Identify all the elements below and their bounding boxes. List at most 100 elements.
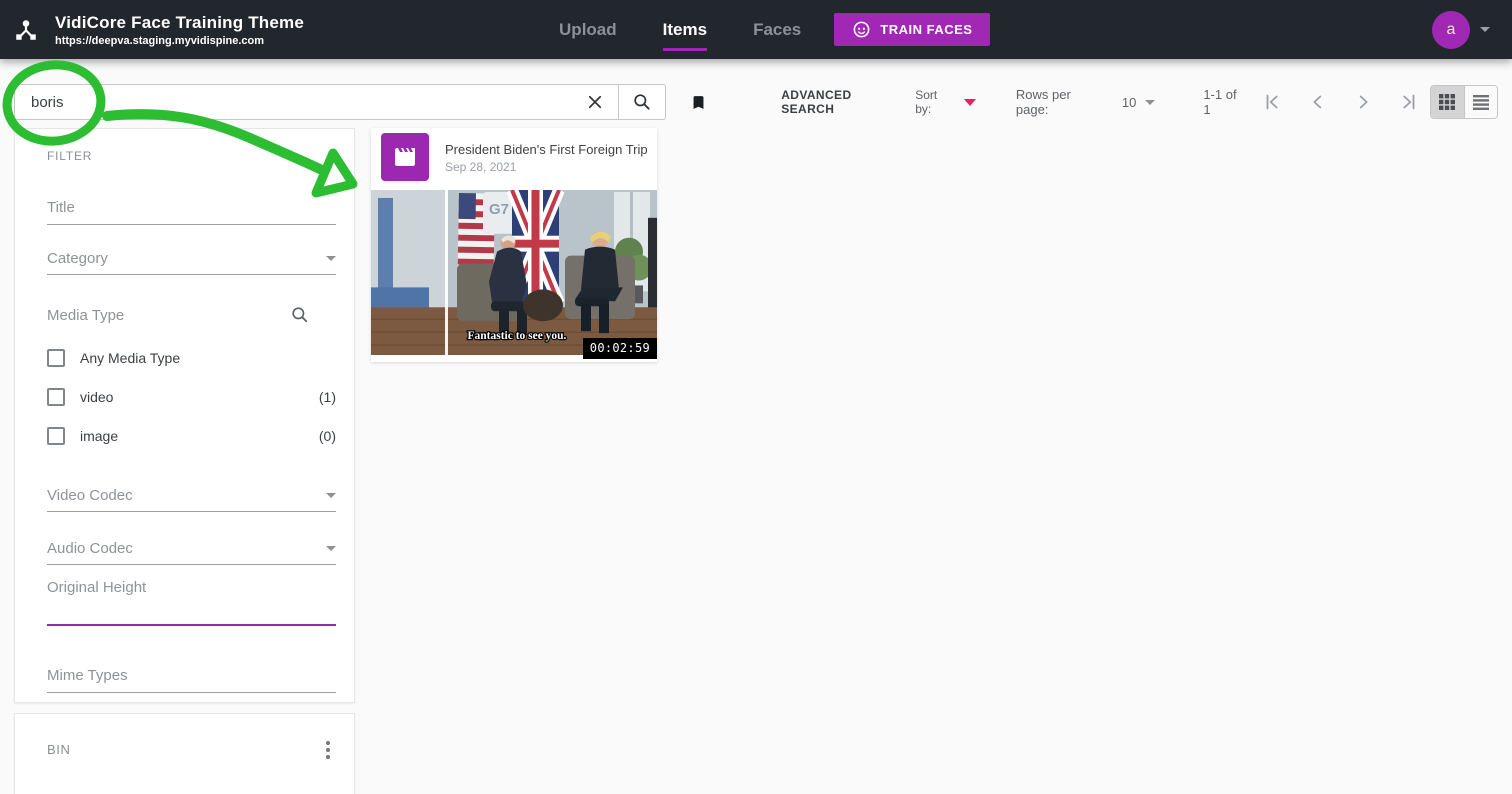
filter-audio-codec-select[interactable]: Audio Codec [47, 540, 336, 565]
filter-category-placeholder: Category [47, 250, 108, 267]
rows-per-page-select[interactable]: 10 [1121, 94, 1156, 110]
chevron-right-icon [1359, 95, 1368, 109]
account-area: a [1432, 10, 1490, 49]
kebab-dot [326, 755, 330, 759]
audio-codec-caret-icon [326, 546, 336, 551]
rows-per-page-value: 10 [1121, 94, 1137, 110]
bin-panel: BIN [14, 713, 355, 794]
pagination [1261, 90, 1420, 114]
account-menu-caret-icon[interactable] [1480, 27, 1490, 32]
duration-badge: 00:02:59 [582, 338, 657, 359]
filter-title-field[interactable]: Title [47, 199, 336, 225]
category-caret-icon [326, 256, 336, 261]
checkbox-row-video: video (1) [47, 388, 336, 406]
checkbox-count: (1) [318, 389, 336, 405]
nav-item-faces[interactable]: Faces [753, 0, 801, 59]
face-icon [853, 21, 870, 38]
rows-caret-icon [1145, 99, 1156, 105]
grid-view-button[interactable] [1430, 86, 1464, 118]
search-button[interactable] [619, 85, 665, 119]
first-page-button[interactable] [1261, 90, 1285, 114]
filter-title-placeholder: Title [47, 199, 75, 216]
avatar[interactable]: a [1432, 10, 1470, 49]
last-page-icon [1403, 94, 1415, 110]
bin-menu-button[interactable] [316, 736, 340, 764]
brand-block: VidiCore Face Training Theme https://dee… [55, 13, 304, 47]
result-range-label: 1-1 of 1 [1203, 87, 1237, 117]
result-date: Sep 28, 2021 [445, 160, 517, 174]
search-toolbar: ADVANCED SEARCH Sort by: Rows per page: … [14, 84, 1498, 120]
video-item-icon-tile [381, 133, 429, 181]
thumbnail-scene: G7 Fantastic to see you. [371, 187, 657, 355]
filter-video-codec-select[interactable]: Video Codec [47, 487, 336, 512]
nav-label: Items [662, 19, 708, 39]
filter-panel: FILTER Title Category Media Type Any Med… [14, 128, 355, 703]
app-header: VidiCore Face Training Theme https://dee… [0, 0, 1512, 59]
chevron-left-icon [1313, 95, 1322, 109]
media-type-label: Media Type [47, 306, 125, 324]
checkbox-count: (0) [318, 428, 336, 444]
save-search-button[interactable] [690, 92, 707, 113]
filter-heading: FILTER [47, 149, 93, 163]
mime-types-placeholder: Mime Types [47, 667, 128, 684]
result-card[interactable]: President Biden's First Foreign Trip Sep… [371, 128, 657, 362]
search-box [14, 84, 667, 120]
filter-mime-types-field[interactable]: Mime Types [47, 667, 336, 693]
view-toggle [1429, 85, 1498, 119]
sort-caret-icon [963, 98, 976, 106]
result-meta: President Biden's First Foreign Trip Sep… [445, 142, 648, 174]
list-view-icon [1472, 95, 1489, 110]
bin-heading: BIN [47, 742, 71, 757]
next-page-button[interactable] [1351, 90, 1375, 114]
g7-sign-text: G7 [489, 201, 509, 218]
search-input[interactable] [15, 85, 573, 119]
nav-item-items[interactable]: Items [662, 0, 708, 59]
checkbox-row-any-media-type: Any Media Type [47, 349, 336, 367]
bookmark-icon [693, 95, 704, 109]
sort-by-dropdown[interactable]: Sort by: [915, 88, 976, 116]
grid-view-icon [1439, 94, 1456, 110]
image-checkbox[interactable] [47, 427, 65, 445]
video-checkbox[interactable] [47, 388, 65, 406]
app-title: VidiCore Face Training Theme [55, 12, 305, 32]
result-thumbnail[interactable]: G7 Fantastic to see you. [371, 187, 657, 355]
result-title: President Biden's First Foreign Trip [445, 142, 648, 157]
subtitle-caption: Fantastic to see you. [468, 330, 567, 342]
rows-per-page-label: Rows per page: [1015, 87, 1071, 117]
movie-icon [395, 148, 415, 166]
media-type-search-icon[interactable] [290, 305, 310, 325]
any-media-type-checkbox[interactable] [47, 349, 65, 367]
close-icon [589, 95, 602, 109]
app-window: VidiCore Face Training Theme https://dee… [0, 0, 1512, 794]
train-faces-button[interactable]: TRAIN FACES [834, 13, 991, 46]
result-card-header: President Biden's First Foreign Trip Sep… [371, 128, 657, 190]
filter-category-select[interactable]: Category [47, 250, 336, 275]
last-page-button[interactable] [1396, 90, 1420, 114]
checkbox-row-image: image (0) [47, 427, 336, 445]
filter-media-type-header: Media Type [47, 305, 336, 325]
app-url: https://deepva.staging.myvidispine.com [55, 34, 265, 47]
first-page-icon [1266, 94, 1278, 110]
list-view-button[interactable] [1463, 86, 1497, 118]
checkbox-label: Any Media Type [80, 350, 181, 366]
main-nav: Upload Items Faces [559, 0, 801, 59]
filter-original-height-field[interactable]: Original Height [47, 579, 336, 626]
nav-label: Upload [559, 19, 617, 39]
sort-by-label: Sort by: [915, 88, 938, 116]
train-faces-label: TRAIN FACES [880, 22, 973, 37]
clear-search-button[interactable] [572, 85, 618, 119]
search-icon [634, 94, 650, 110]
advanced-search-link[interactable]: ADVANCED SEARCH [781, 88, 901, 116]
video-codec-caret-icon [326, 493, 336, 498]
app-logo-hub-icon [16, 19, 36, 40]
audio-codec-placeholder: Audio Codec [47, 540, 133, 557]
checkbox-label: image [80, 428, 119, 444]
kebab-dot [326, 741, 330, 745]
original-height-focus-underline [47, 624, 336, 626]
nav-label: Faces [753, 19, 802, 39]
original-height-placeholder: Original Height [47, 579, 147, 596]
previous-page-button[interactable] [1306, 90, 1330, 114]
nav-item-upload[interactable]: Upload [559, 0, 617, 59]
checkbox-label: video [80, 389, 114, 405]
video-codec-placeholder: Video Codec [47, 487, 133, 504]
